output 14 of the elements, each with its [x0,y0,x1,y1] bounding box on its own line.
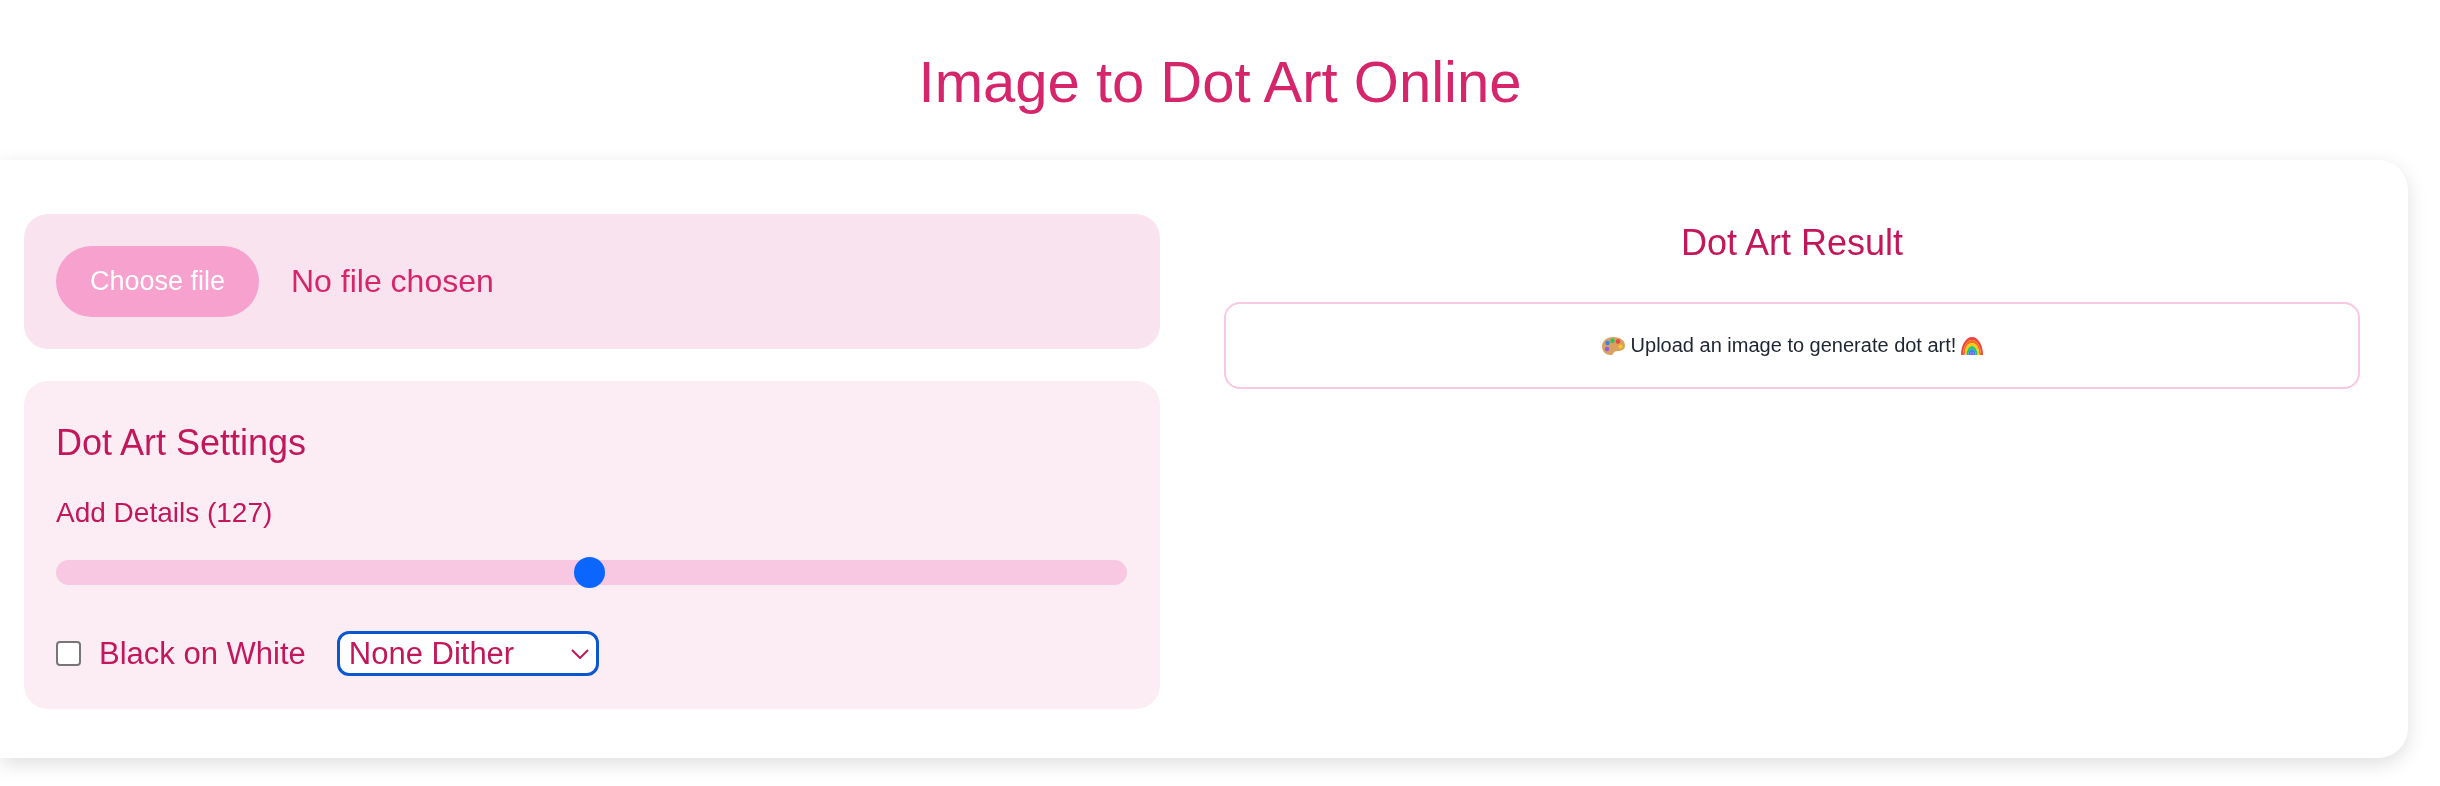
details-label: Add Details (127) [56,496,273,530]
slider-thumb[interactable] [573,557,605,588]
palette-icon [1600,335,1626,356]
file-status-text: No file chosen [291,263,494,300]
detail-slider[interactable] [56,557,1127,588]
checkbox-label[interactable]: Black on White [99,635,306,672]
dither-select[interactable]: None Dither [336,631,599,676]
checkbox[interactable] [56,641,81,666]
page-title: Image to Dot Art Online [918,48,1522,116]
result-message: Upload an image to generate dot art! [1630,334,1957,357]
chevron-down-icon [570,648,589,659]
settings-heading: Dot Art Settings [56,421,307,464]
rainbow-icon [1961,336,1984,355]
result-heading: Dot Art Result [1680,221,1904,264]
